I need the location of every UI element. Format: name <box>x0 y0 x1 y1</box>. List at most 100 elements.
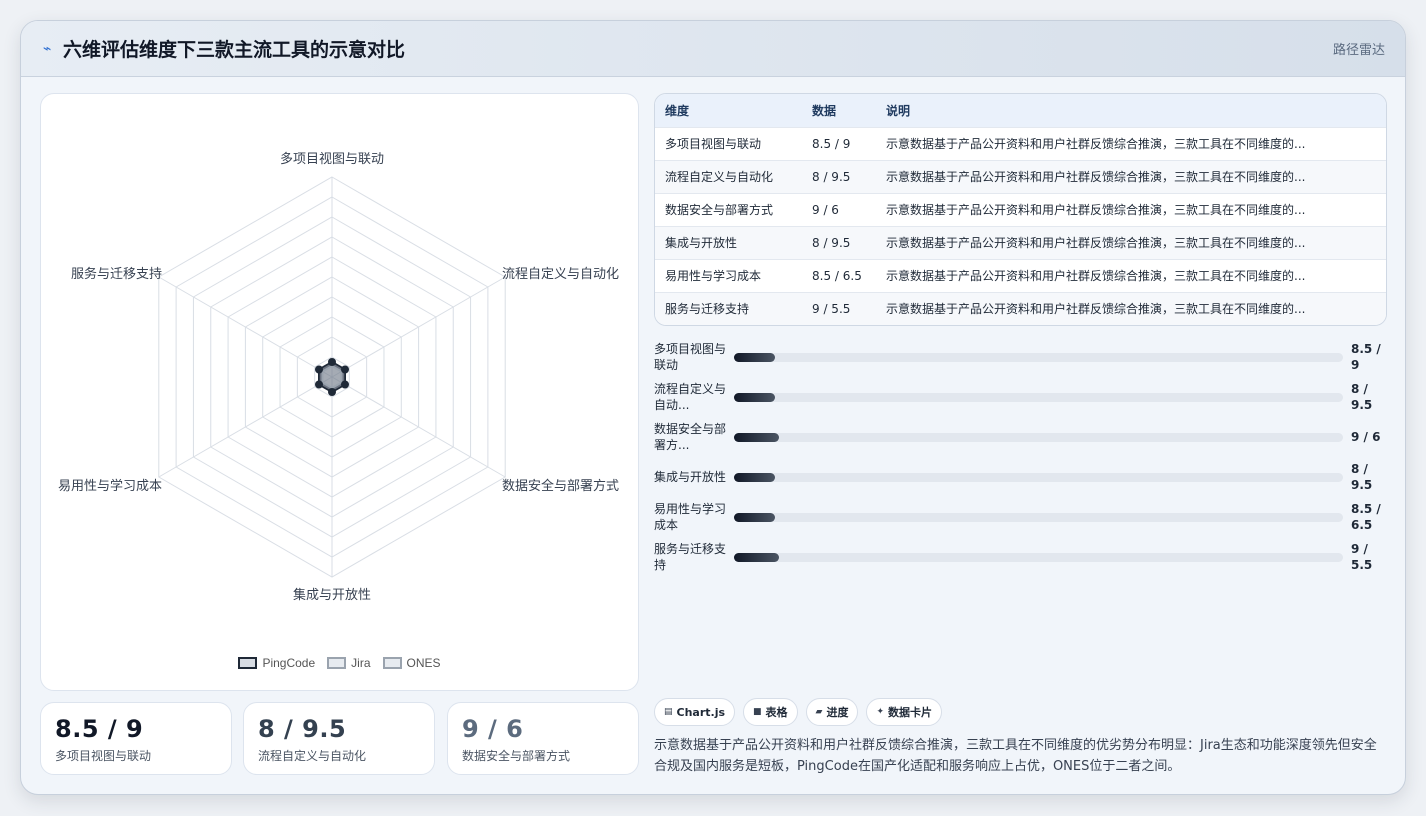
axis-label: 数据安全与部署方式 <box>502 478 619 494</box>
table-icon: ■ <box>753 707 762 717</box>
series-point <box>328 358 336 366</box>
stat-label: 数据安全与部署方式 <box>462 749 571 763</box>
cell-description: 示意数据基于产品公开资料和用户社群反馈综合推演，三款工具在不同维度的... <box>876 192 1386 226</box>
axis-label: 多项目视图与联动 <box>280 151 384 167</box>
series-point <box>315 365 324 374</box>
progress-value: 8 / 9.5 <box>1351 462 1373 492</box>
header-tag: 路径雷达 <box>1332 43 1385 58</box>
stat-label: 流程自定义与自动化 <box>258 749 367 763</box>
table-header-row: 维度 数据 说明 <box>655 94 1386 127</box>
column-header[interactable]: 维度 <box>655 94 802 127</box>
series-polygon-ones <box>321 364 343 390</box>
cell-data: 9 / 6 <box>802 192 876 226</box>
progress-label: 集成与开放性 <box>654 470 727 484</box>
cell-dimension: 多项目视图与联动 <box>655 126 802 160</box>
progress-fill <box>734 552 780 562</box>
stat-label: 多项目视图与联动 <box>55 749 152 763</box>
series-point <box>328 388 336 396</box>
progress-icon: ▰ <box>815 707 823 717</box>
legend-item-jira[interactable]: Jira <box>327 656 371 670</box>
progress-fill <box>734 472 775 482</box>
chip-table[interactable]: ■ 表格 <box>743 698 798 726</box>
cell-description: 示意数据基于产品公开资料和用户社群反馈综合推演，三款工具在不同维度的... <box>876 291 1386 325</box>
progress-value: 9 / 5.5 <box>1351 542 1373 572</box>
progress-track <box>734 432 1343 442</box>
chip-label: 表格 <box>765 706 788 719</box>
cell-data: 8.5 / 9 <box>802 126 876 160</box>
progress-track <box>734 512 1343 522</box>
header-bar: ⌁ 六维评估维度下三款主流工具的示意对比 路径雷达 <box>21 21 1405 77</box>
legend-label: ONES <box>406 656 441 670</box>
column-header[interactable]: 说明 <box>876 94 1386 127</box>
progress-value: 8.5 / 6.5 <box>1351 502 1381 532</box>
progress-fill <box>734 512 775 522</box>
radar-chart-panel: 多项目视图与联动 流程自定义与自动化 数据安全与部署方式 集成与开放性 易用性与学习成本… <box>40 93 639 691</box>
table-row[interactable]: 流程自定义与自动化 8 / 9.5 示意数据基于产品公开资料和用户社群反馈综合推演，… <box>655 159 1386 193</box>
progress-track <box>734 392 1343 402</box>
series-point <box>340 380 349 389</box>
chip-data-card[interactable]: ✦ 数据卡片 <box>866 698 943 726</box>
cell-data: 8.5 / 6.5 <box>802 258 876 292</box>
progress-row: 集成与开放性 8 / 9.5 <box>654 457 1387 497</box>
radar-chart: 多项目视图与联动流程自定义与自动化数据安全与部署方式集成与开放性 易用性与学习成本… <box>58 151 619 603</box>
progress-row: 流程自定义与自动... 8 / 9.5 <box>654 377 1387 417</box>
axis-label: 集成与开放性 <box>293 587 371 603</box>
progress-value: 9 / 6 <box>1351 430 1381 444</box>
progress-fill <box>734 352 775 362</box>
progress-label: 多项目视图与联动 <box>654 342 727 372</box>
legend-swatch <box>238 657 258 669</box>
stat-card: 8 / 9.5 流程自定义与自动化 <box>243 702 435 775</box>
stat-value: 9 / 6 <box>462 715 524 743</box>
progress-fill <box>734 432 780 442</box>
stat-value: 8.5 / 9 <box>55 715 144 743</box>
progress-row: 易用性与学习成本 8.5 / 6.5 <box>654 497 1387 537</box>
cell-dimension: 服务与迁移支持 <box>655 291 802 325</box>
legend-swatch <box>382 657 402 669</box>
legend-label: Jira <box>351 656 371 670</box>
progress-list: 多项目视图与联动 8.5 / 9 流程自定义与自动... 8 / 9.5 数据安全与… <box>654 337 1387 577</box>
chip-label: 数据卡片 <box>888 706 933 719</box>
chip-chartjs[interactable]: ▤ Chart.js <box>654 698 736 726</box>
progress-label: 数据安全与部署方... <box>654 422 727 452</box>
progress-label: 服务与迁移支持 <box>654 542 727 572</box>
progress-row: 服务与迁移支持 9 / 5.5 <box>654 537 1387 577</box>
progress-value: 8.5 / 9 <box>1351 342 1381 372</box>
progress-fill <box>734 392 775 402</box>
cell-dimension: 流程自定义与自动化 <box>655 159 802 193</box>
cell-data: 9 / 5.5 <box>802 291 876 325</box>
chip-progress[interactable]: ▰ 进度 <box>805 698 859 726</box>
progress-track <box>734 552 1343 562</box>
axis-label: 易用性与学习成本 <box>58 478 162 494</box>
sparkle-icon: ✦ <box>876 707 885 717</box>
progress-label: 易用性与学习成本 <box>654 502 727 532</box>
cell-dimension: 易用性与学习成本 <box>655 258 802 292</box>
chip-label: Chart.js <box>676 705 726 719</box>
progress-row: 数据安全与部署方... 9 / 6 <box>654 417 1387 457</box>
cell-data: 8 / 9.5 <box>802 225 876 259</box>
progress-track <box>734 472 1343 482</box>
stat-card: 8.5 / 9 多项目视图与联动 <box>40 702 232 775</box>
table-row[interactable]: 数据安全与部署方式 9 / 6 示意数据基于产品公开资料和用户社群反馈综合推演，三款… <box>655 192 1386 226</box>
progress-row: 多项目视图与联动 8.5 / 9 <box>654 337 1387 377</box>
table-row[interactable]: 服务与迁移支持 9 / 5.5 示意数据基于产品公开资料和用户社群反馈综合推演，三款… <box>655 291 1386 325</box>
column-header[interactable]: 数据 <box>802 94 876 127</box>
chart-icon: ▤ <box>664 707 673 717</box>
summary-text: 示意数据基于产品公开资料和用户社群反馈综合推演，三款工具在不同维度的优劣势分布明… <box>654 738 1377 774</box>
progress-value: 8 / 9.5 <box>1351 382 1373 412</box>
table-row[interactable]: 集成与开放性 8 / 9.5 示意数据基于产品公开资料和用户社群反馈综合推演，三款工… <box>655 225 1386 259</box>
table-row[interactable]: 多项目视图与联动 8.5 / 9 示意数据基于产品公开资料和用户社群反馈综合推演，三… <box>655 126 1386 160</box>
stat-value: 8 / 9.5 <box>258 715 347 743</box>
progress-track <box>734 352 1343 362</box>
cell-description: 示意数据基于产品公开资料和用户社群反馈综合推演，三款工具在不同维度的... <box>876 159 1386 193</box>
cell-data: 8 / 9.5 <box>802 159 876 193</box>
tech-chips: ▤ Chart.js ■ 表格 ▰ 进度 ✦ 数据卡片 <box>654 698 943 726</box>
legend-item-pingcode[interactable]: PingCode <box>238 656 315 670</box>
legend-item-ones[interactable]: ONES <box>382 656 441 670</box>
table-row[interactable]: 易用性与学习成本 8.5 / 6.5 示意数据基于产品公开资料和用户社群反馈综合推演… <box>655 258 1386 292</box>
cell-description: 示意数据基于产品公开资料和用户社群反馈综合推演，三款工具在不同维度的... <box>876 225 1386 259</box>
page-title: 六维评估维度下三款主流工具的示意对比 <box>63 39 406 61</box>
dashboard-card: ⌁ 六维评估维度下三款主流工具的示意对比 路径雷达 多项目视图与联动 流程自定义与… <box>20 20 1406 795</box>
chart-legend: PingCode Jira ONES <box>41 656 638 670</box>
series-point <box>315 380 324 389</box>
progress-label: 流程自定义与自动... <box>654 382 727 412</box>
